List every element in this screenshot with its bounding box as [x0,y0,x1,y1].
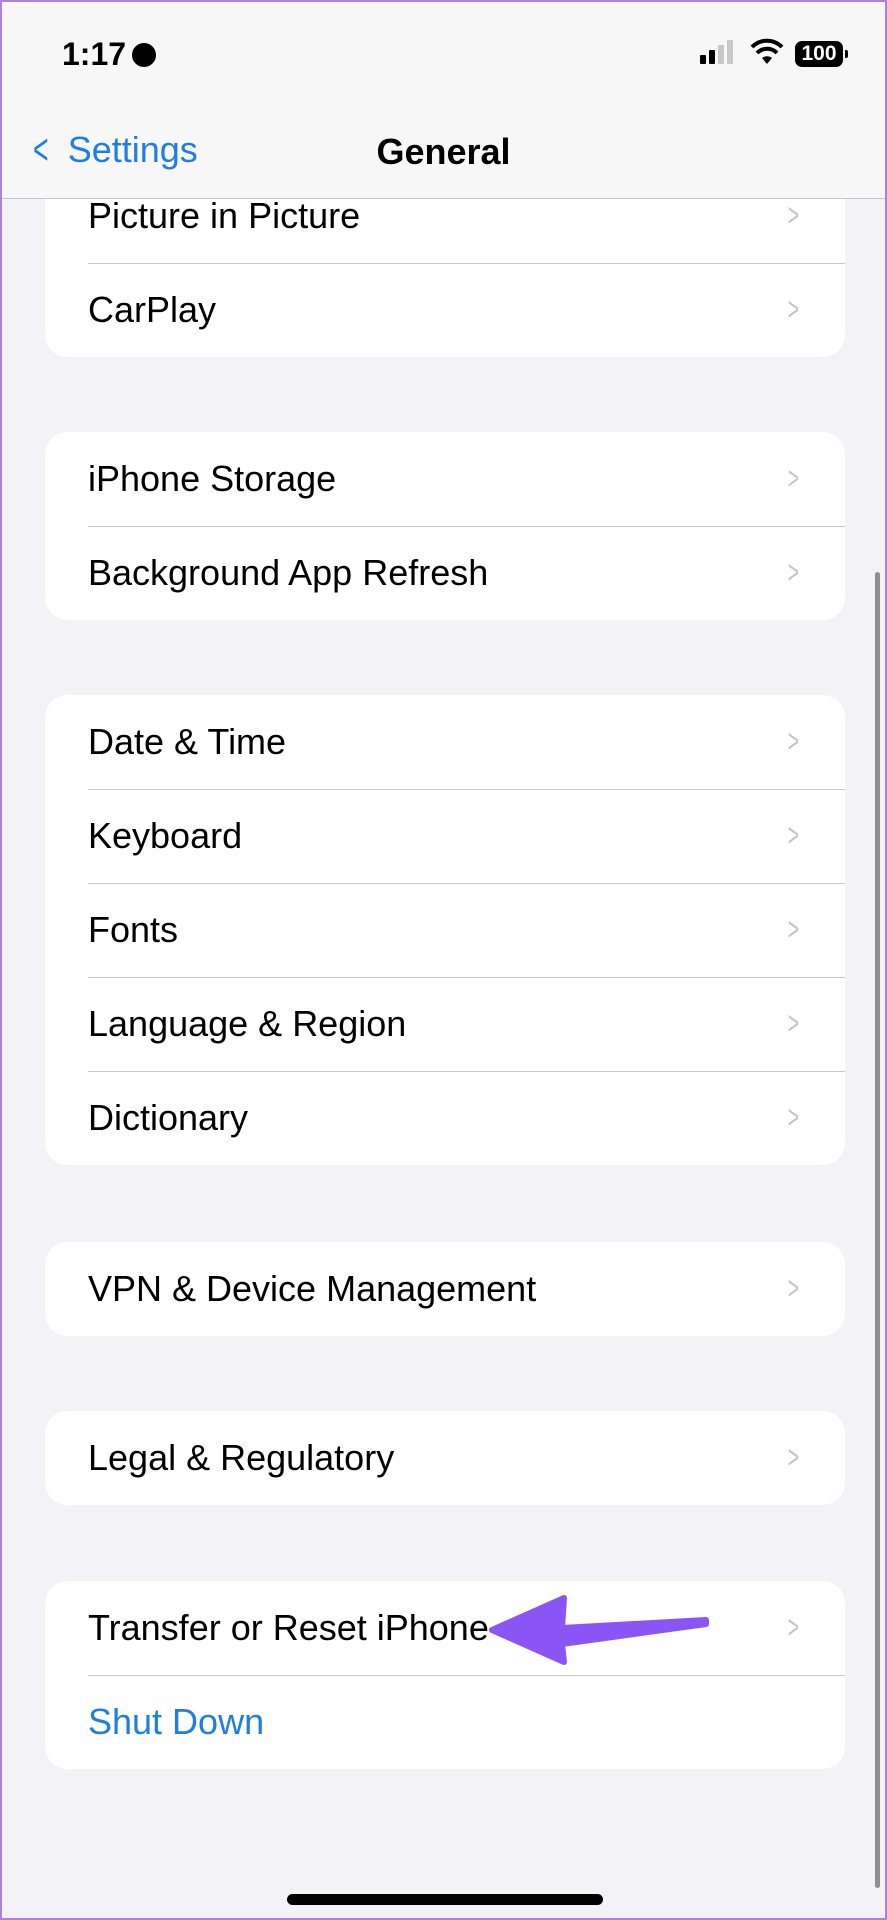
row-label: Background App Refresh [88,552,489,593]
home-indicator[interactable] [287,1894,603,1905]
page-title: General [376,131,511,172]
row-iphone-storage[interactable]: iPhone Storage > [45,432,845,526]
row-label: Picture in Picture [88,195,361,236]
time-text: 1:17 [62,36,127,72]
chevron-right-icon: > [788,1099,800,1135]
row-label: Transfer or Reset iPhone [88,1607,489,1648]
row-background-app-refresh[interactable]: Background App Refresh > [45,526,845,620]
row-label: Shut Down [88,1701,265,1742]
row-vpn-device-management[interactable]: VPN & Device Management > [45,1242,845,1336]
chevron-right-icon: > [788,1609,800,1645]
navigation-bar: < Settings General [2,102,885,199]
row-dictionary[interactable]: Dictionary > [45,1071,845,1165]
chevron-right-icon: > [788,911,800,947]
row-label: VPN & Device Management [88,1268,537,1309]
row-label: CarPlay [88,289,217,330]
row-fonts[interactable]: Fonts > [45,883,845,977]
settings-group: Legal & Regulatory > [45,1411,845,1505]
status-time: 1:17 [62,36,157,73]
chevron-right-icon: > [788,1005,800,1041]
chevron-right-icon: > [788,1439,800,1475]
settings-group: iPhone Storage > Background App Refresh > [45,432,845,620]
row-language-region[interactable]: Language & Region > [45,977,845,1071]
chevron-right-icon: > [788,723,800,759]
signal-icon [700,40,733,64]
chevron-right-icon: > [788,1270,800,1306]
battery-icon: 100 [795,41,848,67]
row-carplay[interactable]: CarPlay > [45,263,845,357]
row-label: Legal & Regulatory [88,1437,395,1478]
shut-down-button[interactable]: Shut Down [45,1675,845,1769]
row-label: Date & Time [88,721,287,762]
row-transfer-reset-iphone[interactable]: Transfer or Reset iPhone > [45,1581,845,1675]
row-legal-regulatory[interactable]: Legal & Regulatory > [45,1411,845,1505]
row-label: Language & Region [88,1003,407,1044]
chevron-right-icon: > [788,460,800,496]
row-keyboard[interactable]: Keyboard > [45,789,845,883]
status-bar: 1:17 100 [2,2,885,102]
settings-group: Date & Time > Keyboard > Fonts > Language &… [45,695,845,1165]
row-label: Keyboard [88,815,243,856]
settings-group: Transfer or Reset iPhone > Shut Down [45,1581,845,1769]
scrollbar[interactable] [875,572,880,1888]
row-label: Dictionary [88,1097,249,1138]
wifi-icon [750,38,784,74]
chevron-right-icon: > [788,817,800,853]
globe-icon [132,43,157,67]
row-label: iPhone Storage [88,458,337,499]
chevron-right-icon: > [788,197,800,233]
settings-group: VPN & Device Management > [45,1242,845,1336]
annotation-arrow-icon [489,1595,709,1665]
row-label: Fonts [88,909,179,950]
chevron-right-icon: > [788,291,800,327]
chevron-right-icon: > [788,554,800,590]
row-date-time[interactable]: Date & Time > [45,695,845,789]
